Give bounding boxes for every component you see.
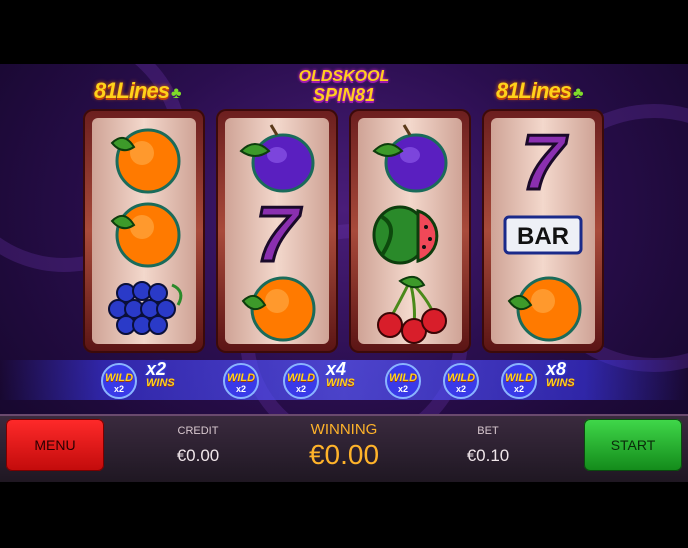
multiplier-wins-label: WINS	[146, 377, 175, 389]
lines-logo-right: 81Lines ♣	[496, 78, 583, 104]
wild-label: WILD	[226, 372, 256, 384]
lines-logo-left: 81Lines ♣	[94, 78, 181, 104]
game-logo-line2: SPIN81	[312, 85, 376, 105]
plum-icon	[358, 121, 462, 196]
wild-badge: WILD x2	[442, 362, 480, 400]
game-screen: 81Lines ♣ 81Lines ♣ OLDSKOOL SPIN81 7 7 …	[0, 0, 688, 548]
wild-badge: WILD x2	[222, 362, 260, 400]
wild-sub-label: x2	[295, 384, 306, 394]
orange-icon	[225, 271, 329, 346]
menu-button[interactable]: MENU	[6, 419, 104, 471]
winning-value: €0.00	[308, 439, 380, 470]
seven-glyph: 7	[255, 195, 302, 270]
multiplier-x8: x8 WINS	[546, 359, 575, 390]
wild-label: WILD	[286, 372, 316, 384]
wild-label: WILD	[446, 372, 476, 384]
lines-logo-text: 81Lines	[94, 78, 170, 103]
seven-icon: 7	[491, 121, 595, 196]
wild-sub-label: x2	[397, 384, 408, 394]
lines-logo-text: 81Lines	[496, 78, 572, 103]
credit-value: €0.00	[176, 446, 220, 465]
wild-label: WILD	[104, 372, 134, 384]
wild-badge: WILD x2	[282, 362, 320, 400]
multiplier-x4: x4 WINS	[326, 359, 355, 390]
multiplier-value: x2	[146, 359, 167, 379]
credit-label: CREDIT	[177, 425, 219, 437]
multiplier-wins-label: WINS	[546, 377, 575, 389]
start-button[interactable]: START	[584, 419, 682, 471]
wild-sub-label: x2	[113, 384, 124, 394]
multiplier-x2: x2 WINS	[146, 359, 175, 390]
clover-icon: ♣	[170, 85, 181, 102]
cherries-icon	[358, 271, 462, 346]
bar-text: BAR	[517, 223, 569, 250]
multiplier-value: x8	[546, 359, 567, 379]
game-logo-line1: OLDSKOOL	[298, 68, 390, 85]
plum-icon	[225, 121, 329, 196]
watermelon-icon	[358, 197, 462, 272]
wild-sub-label: x2	[513, 384, 524, 394]
multiplier-value: x4	[326, 359, 347, 379]
bet-value[interactable]: €0.10	[440, 446, 536, 466]
seven-glyph: 7	[521, 121, 568, 196]
wild-badge: WILD x2	[100, 362, 138, 400]
seven-icon: 7	[225, 195, 329, 270]
winning-label: WINNING	[310, 421, 378, 438]
wild-sub-label: x2	[455, 384, 466, 394]
reel-2: 7	[216, 109, 338, 353]
orange-icon	[491, 271, 595, 346]
wild-label: WILD	[504, 372, 534, 384]
wild-badge: WILD x2	[384, 362, 422, 400]
reel-4: 7 BAR	[482, 109, 604, 353]
reel-1	[83, 109, 205, 353]
multiplier-wins-label: WINS	[326, 377, 355, 389]
reel-3	[349, 109, 471, 353]
grapes-icon	[92, 271, 196, 346]
wild-badge: WILD x2	[500, 362, 538, 400]
game-logo: OLDSKOOL SPIN81	[296, 68, 392, 104]
orange-icon	[92, 197, 196, 272]
clover-icon: ♣	[572, 85, 583, 102]
orange-icon	[92, 121, 196, 196]
wild-sub-label: x2	[235, 384, 246, 394]
wild-label: WILD	[388, 372, 418, 384]
bar-icon: BAR	[491, 197, 595, 272]
bet-label: BET	[477, 425, 499, 437]
